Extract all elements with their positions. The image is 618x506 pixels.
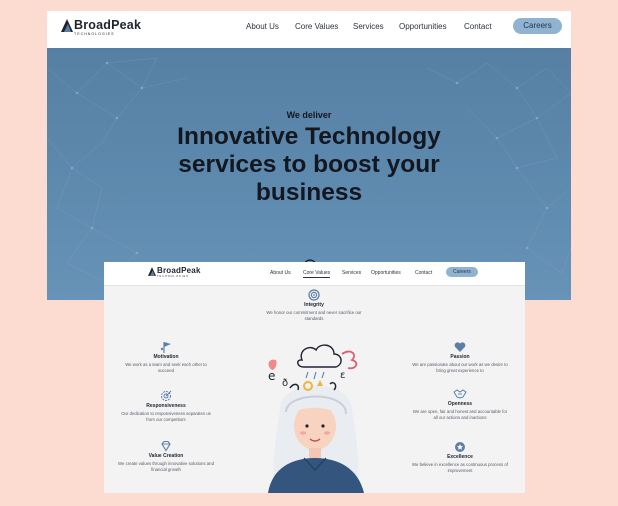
hero-headline: Innovative Technology services to boost … <box>177 123 441 206</box>
value-title: Value Creation <box>148 453 184 459</box>
value-excellence: Excellence We believe in excellence as c… <box>412 441 508 474</box>
top-navigation-bar: BroadPeak TECHNOLOGIES About Us Core Val… <box>47 11 571 48</box>
logo-brand-text: BroadPeak <box>74 18 142 32</box>
value-motivation: Motivation We work as a team and seek ea… <box>118 341 214 374</box>
value-openness: Openness We are open, fair and honest an… <box>412 388 508 421</box>
heart-icon <box>454 342 466 352</box>
value-title: Excellence <box>447 454 473 460</box>
nav-core-values[interactable]: Core Values <box>295 22 338 31</box>
nav-contact[interactable]: Contact <box>415 270 432 276</box>
top-navigation-bar: BroadPeak TECHNOLOGIES About Us Core Val… <box>104 262 525 286</box>
broadpeak-logo-icon <box>61 19 73 32</box>
nav-about-us[interactable]: About Us <box>270 270 291 276</box>
handshake-icon <box>453 389 467 399</box>
careers-button[interactable]: Careers <box>513 18 562 34</box>
nav-core-values[interactable]: Core Values <box>303 270 331 278</box>
nav-services[interactable]: Services <box>353 22 384 31</box>
value-description: We are open, fair and honest and account… <box>412 409 508 420</box>
value-description: We believe in excellence as continuous p… <box>412 462 508 473</box>
value-title: Passion <box>450 354 470 360</box>
value-responsiveness: Responsiveness Our dedication to respons… <box>118 390 214 423</box>
target-icon <box>308 289 320 301</box>
value-title: Integrity <box>304 302 324 308</box>
svg-text:ð: ð <box>282 378 288 389</box>
value-integrity: Integrity We honor our commitment and ne… <box>262 289 366 322</box>
nav-opportunities[interactable]: Opportunities <box>399 22 447 31</box>
flag-icon <box>160 342 171 353</box>
homepage-screenshot: BroadPeak TECHNOLOGIES About Us Core Val… <box>47 11 571 300</box>
value-description: We honor our commitment and never sacrif… <box>266 310 362 321</box>
value-title: Motivation <box>153 354 179 360</box>
broadpeak-logo[interactable]: BroadPeak TECHNOLOGIES <box>148 267 201 279</box>
svg-text:e: e <box>268 369 275 383</box>
value-description: Our dedication to responsiveness separat… <box>121 411 211 422</box>
nav-services[interactable]: Services <box>342 270 361 276</box>
hero-eyebrow: We deliver <box>286 110 332 120</box>
svg-text:ɛ: ɛ <box>340 370 345 381</box>
nav-contact[interactable]: Contact <box>464 22 492 31</box>
value-description: We work as a team and seek each other to… <box>125 362 207 373</box>
value-title: Openness <box>447 401 473 407</box>
woman-thinking-illustration: e ð ɛ <box>268 344 364 493</box>
value-value-creation: Value Creation We create values through … <box>118 440 214 473</box>
value-passion: Passion We are passionate about our work… <box>412 341 508 374</box>
careers-button[interactable]: Careers <box>446 267 478 277</box>
value-title: Responsiveness <box>146 403 186 409</box>
dart-board-icon <box>161 390 172 401</box>
value-description: We create values through innovative solu… <box>118 461 214 472</box>
badge-icon <box>455 442 465 452</box>
broadpeak-logo[interactable]: BroadPeak TECHNOLOGIES <box>61 19 141 36</box>
logo-brand-text: BroadPeak <box>157 266 201 275</box>
logo-tagline: TECHNOLOGIES <box>74 31 115 36</box>
nav-about-us[interactable]: About Us <box>246 22 279 31</box>
broadpeak-logo-icon <box>148 267 156 276</box>
core-values-screenshot: BroadPeak TECHNOLOGIES About Us Core Val… <box>104 262 525 493</box>
value-description: We are passionate about our work as we d… <box>412 362 508 373</box>
nav-opportunities[interactable]: Opportunities <box>371 270 401 276</box>
logo-tagline: TECHNOLOGIES <box>157 275 189 278</box>
diamond-icon <box>161 440 171 452</box>
